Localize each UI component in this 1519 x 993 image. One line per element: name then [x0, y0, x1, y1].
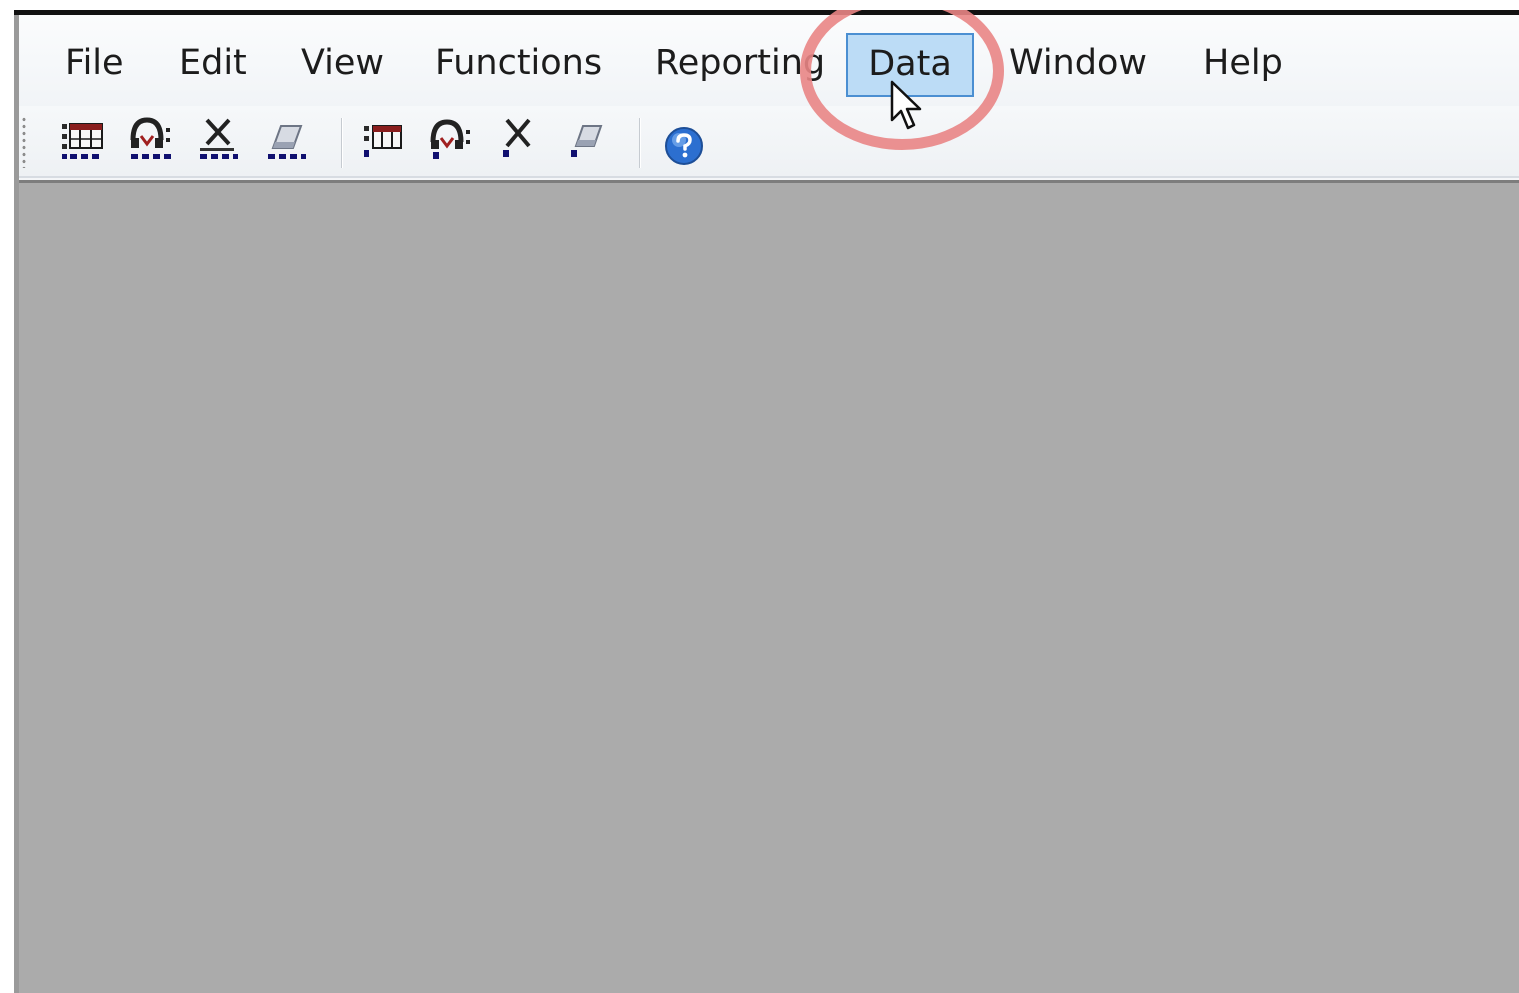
toolbar-button-person-2[interactable]	[421, 114, 477, 170]
mdi-client-area[interactable]	[19, 180, 1519, 993]
eraser-icon	[571, 125, 603, 157]
menu-edit[interactable]: Edit	[171, 33, 255, 93]
toolbar-button-delete[interactable]	[191, 114, 247, 170]
menu-bar: File Edit View Functions Reporting Data …	[19, 15, 1519, 107]
toolbar-button-eraser[interactable]	[259, 114, 315, 170]
toolbar-button-delete-2[interactable]	[489, 114, 545, 170]
toolbar-button-table[interactable]	[55, 114, 111, 170]
toolbar-button-person[interactable]	[123, 114, 179, 170]
toolbar-button-eraser-2[interactable]	[559, 114, 615, 170]
menu-data[interactable]: Data	[846, 33, 974, 97]
menu-window[interactable]: Window	[1001, 33, 1155, 93]
toolbar	[19, 106, 1519, 178]
toolbar-button-help[interactable]	[655, 114, 711, 170]
delete-x-icon	[503, 118, 531, 157]
menu-reporting[interactable]: Reporting	[647, 33, 833, 93]
person-magnet-icon	[430, 119, 470, 159]
toolbar-grip-handle[interactable]	[21, 116, 27, 168]
delete-x-icon	[200, 118, 238, 159]
application-window: File Edit View Functions Reporting Data …	[14, 10, 1519, 993]
eraser-icon	[268, 125, 306, 159]
grid-table-icon	[62, 123, 103, 159]
toolbar-separator	[639, 118, 641, 168]
grid-table-icon	[364, 125, 402, 157]
toolbar-separator	[341, 118, 343, 168]
menu-functions[interactable]: Functions	[427, 33, 610, 93]
menu-view[interactable]: View	[293, 33, 392, 93]
menu-help[interactable]: Help	[1195, 33, 1291, 93]
menu-file[interactable]: File	[57, 33, 132, 93]
person-magnet-icon	[130, 117, 171, 159]
toolbar-button-table-2[interactable]	[355, 114, 411, 170]
help-icon	[665, 127, 703, 165]
